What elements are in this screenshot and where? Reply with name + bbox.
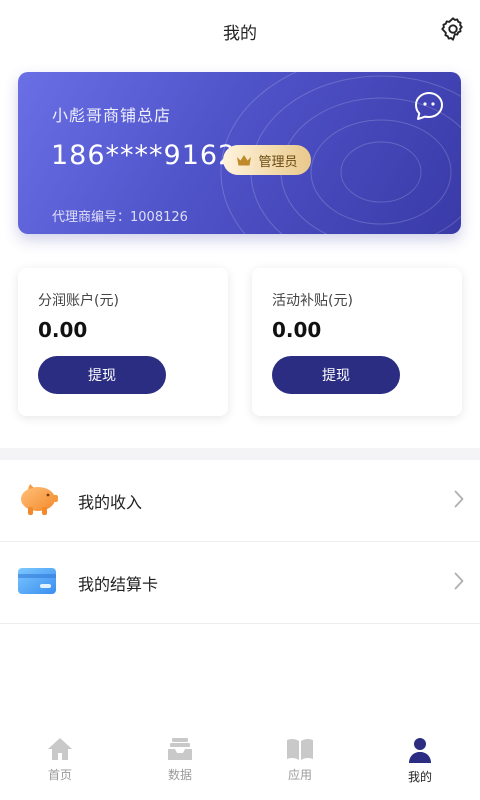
top-bar: 我的 xyxy=(0,0,480,62)
user-icon xyxy=(409,738,431,763)
tab-data[interactable]: 数据 xyxy=(120,728,240,800)
tab-label: 首页 xyxy=(47,768,72,782)
gear-icon xyxy=(441,17,463,41)
tab-label: 我的 xyxy=(407,770,432,784)
piggy-bank-icon xyxy=(16,481,60,521)
book-icon xyxy=(287,738,313,760)
store-name: 小彪哥商铺总店 xyxy=(52,106,172,125)
page-title: 我的 xyxy=(223,23,257,44)
subsidy-account-card: 活动补贴(元) 0.00 提现 xyxy=(252,268,462,416)
tab-label: 数据 xyxy=(167,768,192,782)
role-badge: 管理员 xyxy=(223,145,311,175)
bottom-tab-bar: 首页 数据 应用 我的 xyxy=(0,728,480,800)
account-amount: 0.00 xyxy=(38,318,88,342)
withdraw-button[interactable]: 提现 xyxy=(38,356,166,394)
tab-mine[interactable]: 我的 xyxy=(360,728,480,800)
account-label: 分润账户(元) xyxy=(38,293,119,309)
bank-card-icon xyxy=(16,565,58,601)
chevron-right-icon xyxy=(454,572,464,594)
profile-card: 小彪哥商铺总店 186****9162 管理员 代理商编号：1008126 xyxy=(18,72,461,234)
account-label: 活动补贴(元) xyxy=(272,293,353,309)
crown-icon xyxy=(236,154,252,167)
chat-bubble-icon xyxy=(415,92,443,120)
menu-item-label: 我的结算卡 xyxy=(78,574,159,594)
menu-item-settlement-card[interactable]: 我的结算卡 xyxy=(0,542,480,624)
tab-apps[interactable]: 应用 xyxy=(240,728,360,800)
profit-account-card: 分润账户(元) 0.00 提现 xyxy=(18,268,228,416)
tab-home[interactable]: 首页 xyxy=(0,728,120,800)
section-divider xyxy=(0,448,480,460)
tab-label: 应用 xyxy=(287,768,312,782)
chat-button[interactable] xyxy=(413,90,445,122)
menu-item-income[interactable]: 我的收入 xyxy=(0,460,480,542)
menu-item-label: 我的收入 xyxy=(78,492,143,512)
withdraw-button[interactable]: 提现 xyxy=(272,356,400,394)
phone-number: 186****9162 xyxy=(51,140,237,171)
chevron-right-icon xyxy=(454,490,464,512)
agent-number: 代理商编号：1008126 xyxy=(52,210,188,225)
settings-button[interactable] xyxy=(438,14,468,44)
home-icon xyxy=(48,738,72,760)
role-badge-label: 管理员 xyxy=(258,154,298,170)
account-amount: 0.00 xyxy=(272,318,322,342)
data-tray-icon xyxy=(168,738,192,760)
